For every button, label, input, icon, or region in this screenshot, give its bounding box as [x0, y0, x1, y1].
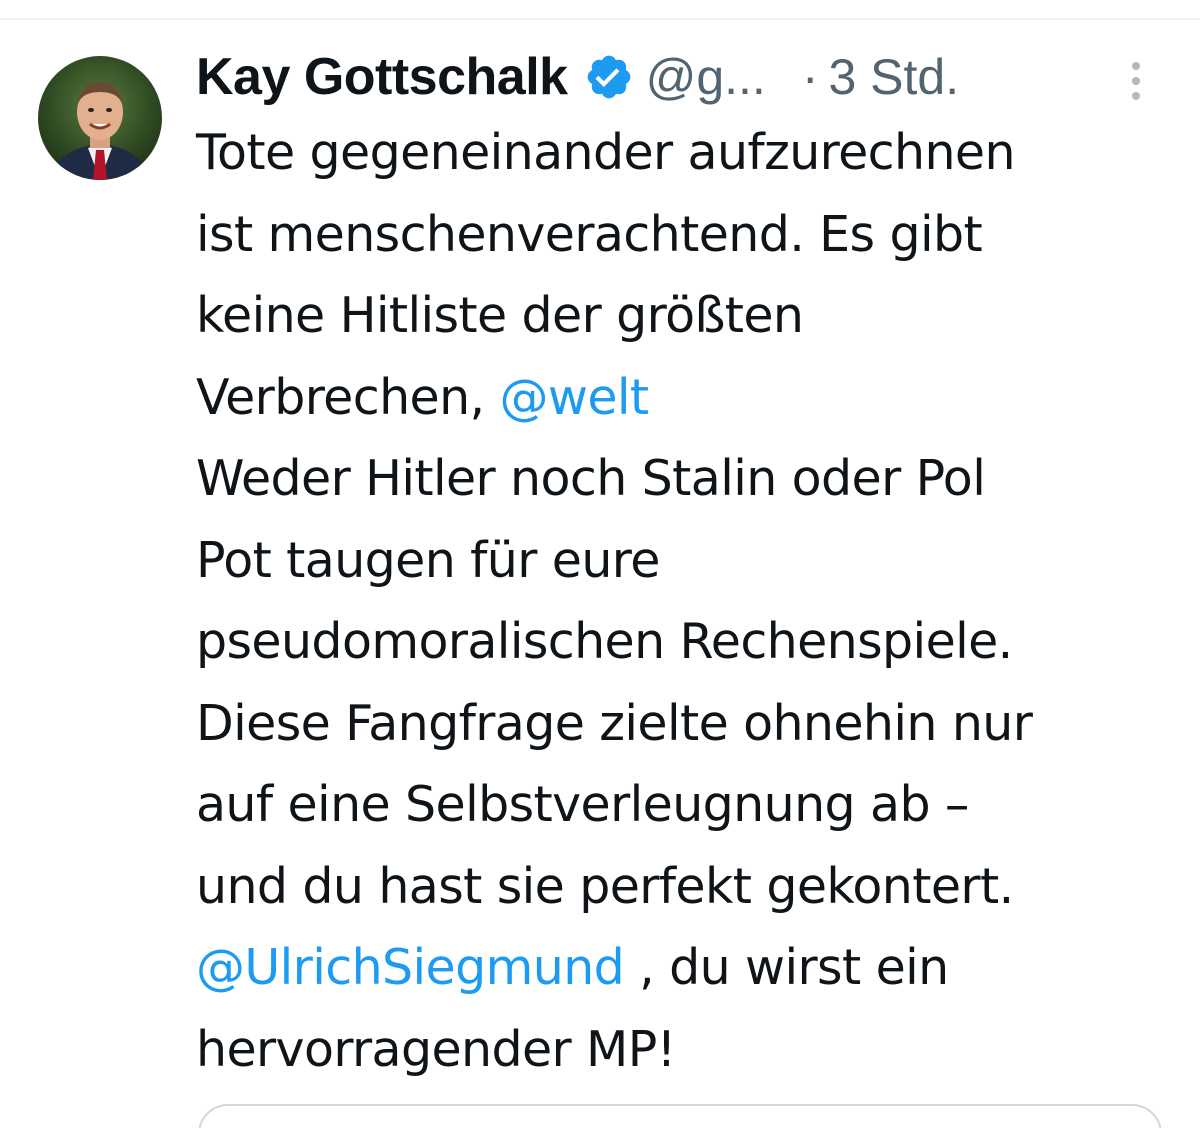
tweet-timestamp[interactable]: 3 Std.: [828, 48, 959, 106]
tweet-text-line: @UlrichSiegmund , du wirst ein: [196, 927, 1176, 1009]
more-vertical-icon: [1132, 62, 1140, 100]
author-display-name[interactable]: Kay Gottschalk: [196, 47, 568, 107]
mention-link-welt[interactable]: @welt: [499, 369, 649, 426]
tweet-text-line: und du hast sie perfekt gekontert.: [196, 857, 1014, 915]
tweet-header: Kay Gottschalk @g... · 3 Std.: [196, 44, 959, 110]
tweet-text: Tote gegeneinander aufzurechnen ist mens…: [196, 112, 1176, 1090]
separator-dot: ·: [801, 49, 819, 105]
mention-link-ulrichsiegmund[interactable]: @UlrichSiegmund: [196, 939, 625, 996]
tweet-text-line: pseudomoralischen Rechenspiele.: [196, 613, 1013, 670]
tweet-text-line: Diese Fangfrage zielte ohnehin nur: [196, 694, 1033, 752]
tweet-text-line: ist menschenverachtend. Es gibt: [196, 205, 983, 263]
embedded-card[interactable]: [198, 1104, 1162, 1128]
tweet-text-line: auf eine Selbstverleugnung ab –: [196, 776, 969, 833]
more-options-button[interactable]: [1116, 56, 1156, 106]
tweet-text-line: keine Hitliste der größten: [196, 287, 804, 344]
avatar[interactable]: [38, 56, 162, 180]
tweet-text-fragment: Verbrechen,: [196, 368, 500, 426]
tweet-card[interactable]: Kay Gottschalk @g... · 3 Std. Tote gegen…: [0, 0, 1200, 1128]
tweet-text-fragment: , du wirst ein: [624, 939, 949, 996]
verified-badge-icon[interactable]: [584, 52, 634, 102]
tweet-text-line: Pot taugen für eure: [196, 531, 660, 589]
tweet-text-line: Weder Hitler noch Stalin oder Pol: [196, 450, 986, 507]
tweet-text-line: Verbrechen, @welt: [196, 357, 1176, 439]
tweet-text-line: hervorragender MP!: [196, 1020, 676, 1078]
author-handle[interactable]: @g...: [646, 48, 766, 106]
tweet-text-line: Tote gegeneinander aufzurechnen: [196, 124, 1016, 181]
profile-photo-icon: [38, 56, 162, 180]
top-divider: [0, 0, 1200, 20]
